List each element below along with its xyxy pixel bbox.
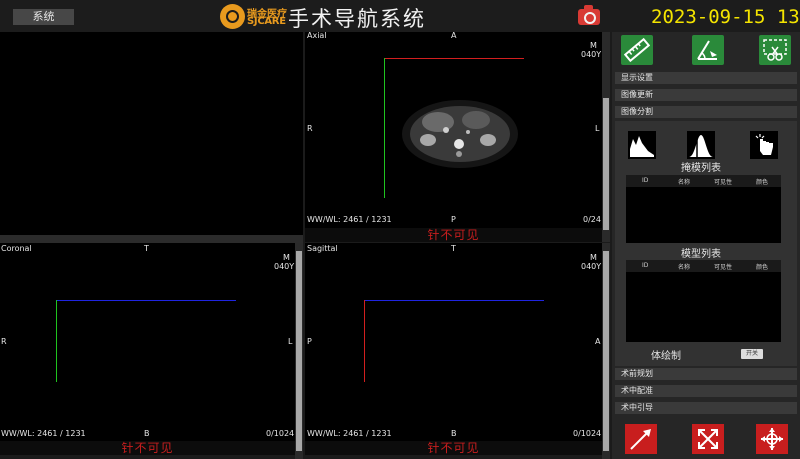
viewport-divider bbox=[0, 235, 303, 243]
viewport-axial[interactable]: Axial A M 040Y R L WW/WL: 2461 / 1231 P … bbox=[305, 32, 602, 228]
expand-tool-button[interactable] bbox=[692, 424, 724, 454]
mask-list-title: 掩模列表 bbox=[681, 163, 721, 174]
column-visibility: 可见性 bbox=[714, 264, 733, 271]
menu-display-settings[interactable]: 显示设置 bbox=[615, 72, 797, 84]
viewport-name: Axial bbox=[307, 32, 327, 40]
viewport-coronal[interactable]: Coronal T M 040Y R L WW/WL: 2461 / 1231 … bbox=[0, 243, 295, 441]
ct-scan-image bbox=[402, 100, 518, 168]
scrollbar-thumb[interactable] bbox=[603, 98, 609, 230]
click-select-tool-button[interactable] bbox=[750, 131, 778, 159]
column-id: ID bbox=[642, 177, 649, 184]
needle-status: 针不可见 bbox=[305, 228, 602, 242]
viewport-name: Coronal bbox=[1, 244, 32, 253]
expand-arrows-icon bbox=[698, 429, 718, 449]
corner-age: 040Y bbox=[581, 262, 602, 271]
corner-age: 040Y bbox=[581, 50, 602, 59]
crosshair-tool-button[interactable] bbox=[756, 424, 788, 454]
menu-intraop-guidance[interactable]: 术中引导 bbox=[615, 402, 797, 414]
angle-tool-button[interactable] bbox=[692, 35, 724, 65]
menu-intraop-registration[interactable]: 术中配准 bbox=[615, 385, 797, 397]
menu-image-segmentation[interactable]: 图像分割 bbox=[615, 106, 797, 118]
coronal-scrollbar[interactable] bbox=[295, 243, 303, 459]
clock: 2023-09-15 13: bbox=[651, 6, 800, 28]
scrollbar-thumb[interactable] bbox=[296, 251, 302, 451]
orientation-right: A bbox=[595, 337, 601, 346]
model-list-title: 模型列表 bbox=[681, 249, 721, 260]
viewport-name: Sagittal bbox=[307, 244, 338, 253]
menu-preop-planning[interactable]: 术前规划 bbox=[615, 368, 797, 380]
orientation-bottom: B bbox=[144, 429, 150, 438]
orientation-top: T bbox=[451, 244, 456, 253]
histogram-icon bbox=[630, 136, 654, 157]
crosshair-horizontal[interactable] bbox=[364, 300, 544, 301]
company-logo: 瑞金医疗 SJCARE bbox=[220, 4, 287, 30]
slice-index: 0/24 bbox=[583, 215, 601, 224]
slice-index: 0/1024 bbox=[573, 429, 602, 438]
orientation-left: R bbox=[1, 337, 7, 346]
orientation-right: L bbox=[288, 337, 293, 346]
window-level: WW/WL: 2461 / 1231 bbox=[1, 429, 86, 438]
viewport-empty[interactable] bbox=[0, 32, 303, 235]
top-bar: 系统 瑞金医疗 SJCARE 手术导航系统 2023-09-15 13: bbox=[0, 0, 800, 32]
axial-scrollbar[interactable] bbox=[602, 32, 610, 242]
mask-list-header: ID 名称 可见性 颜色 bbox=[626, 175, 781, 187]
viewport-sagittal[interactable]: Sagittal T M 040Y P A WW/WL: 2461 / 1231… bbox=[305, 243, 602, 441]
volume-render-switch[interactable]: 开关 bbox=[741, 349, 763, 359]
pointer-hand-icon bbox=[755, 134, 773, 155]
ruler-icon bbox=[624, 37, 650, 63]
needle-tool-button[interactable] bbox=[625, 424, 657, 454]
orientation-bottom: P bbox=[451, 215, 456, 224]
crosshair-horizontal[interactable] bbox=[56, 300, 236, 301]
scrollbar-thumb[interactable] bbox=[603, 251, 609, 451]
crosshair-vertical[interactable] bbox=[364, 300, 365, 382]
crosshair-arrows-icon bbox=[761, 428, 783, 450]
orientation-left: P bbox=[307, 337, 312, 346]
needle-status: 针不可见 bbox=[0, 441, 295, 455]
column-id: ID bbox=[642, 262, 649, 269]
threshold-icon bbox=[689, 133, 713, 157]
threshold-tool-button[interactable] bbox=[687, 131, 715, 159]
histogram-tool-button[interactable] bbox=[628, 131, 656, 159]
column-name: 名称 bbox=[678, 179, 691, 186]
crosshair-vertical[interactable] bbox=[384, 58, 385, 198]
column-visibility: 可见性 bbox=[714, 179, 733, 186]
column-name: 名称 bbox=[678, 264, 691, 271]
crosshair-horizontal[interactable] bbox=[384, 58, 524, 59]
orientation-right: L bbox=[595, 124, 600, 133]
model-list-header: ID 名称 可见性 颜色 bbox=[626, 260, 781, 272]
orientation-bottom: B bbox=[451, 429, 457, 438]
ruler-tool-button[interactable] bbox=[621, 35, 653, 65]
needle-icon bbox=[630, 429, 651, 450]
app-title: 手术导航系统 bbox=[288, 7, 426, 31]
column-color: 颜色 bbox=[756, 264, 769, 271]
camera-icon[interactable] bbox=[578, 5, 600, 25]
model-list[interactable] bbox=[626, 272, 781, 342]
cut-selection-icon bbox=[763, 39, 787, 61]
sagittal-scrollbar[interactable] bbox=[602, 243, 610, 459]
crosshair-vertical[interactable] bbox=[56, 300, 57, 382]
angle-measure-icon bbox=[697, 40, 717, 60]
menu-image-update[interactable]: 图像更新 bbox=[615, 89, 797, 101]
orientation-top: T bbox=[144, 244, 149, 253]
slice-index: 0/1024 bbox=[266, 429, 295, 438]
column-color: 颜色 bbox=[756, 179, 769, 186]
window-level: WW/WL: 2461 / 1231 bbox=[307, 429, 392, 438]
volume-render-label: 体绘制 bbox=[651, 351, 681, 362]
logo-text-en: SJCARE bbox=[247, 16, 286, 27]
window-level: WW/WL: 2461 / 1231 bbox=[307, 215, 392, 224]
orientation-top: A bbox=[451, 32, 457, 40]
system-button[interactable]: 系统 bbox=[13, 9, 74, 25]
logo-mark-icon bbox=[220, 4, 245, 29]
cut-tool-button[interactable] bbox=[759, 35, 791, 65]
corner-age: 040Y bbox=[274, 262, 295, 271]
mask-list[interactable] bbox=[626, 187, 781, 243]
needle-status: 针不可见 bbox=[305, 441, 602, 455]
orientation-left: R bbox=[307, 124, 313, 133]
